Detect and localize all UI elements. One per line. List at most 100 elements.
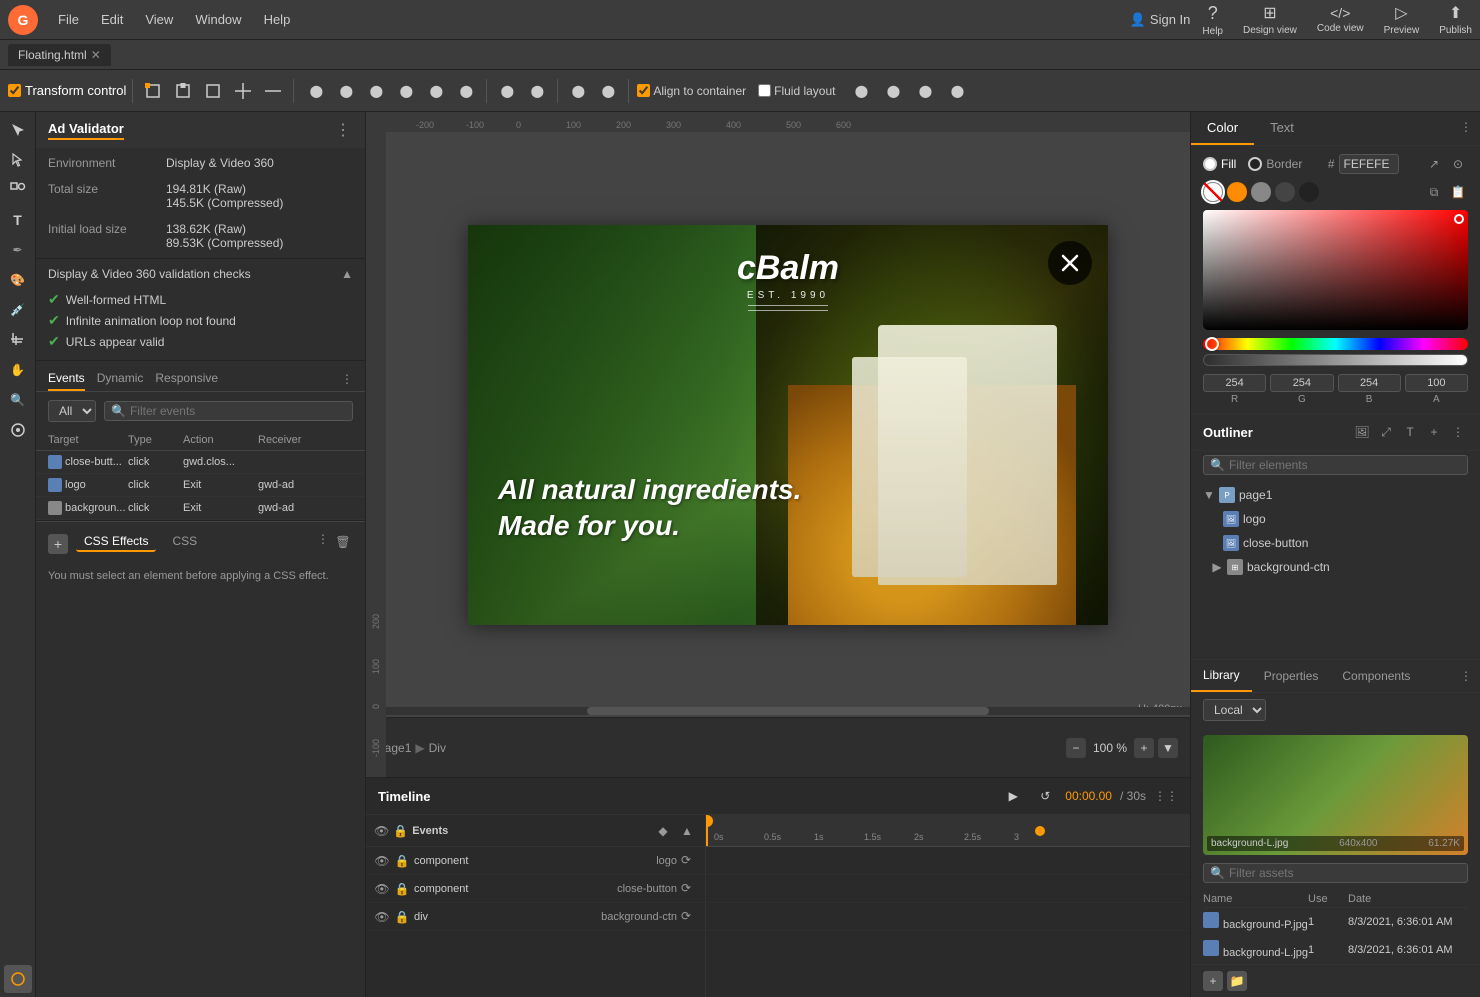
timeline-row-eye-0[interactable]: 👁 [374, 853, 390, 869]
tree-toggle-bg[interactable]: ▶ [1211, 561, 1223, 573]
right-panel-menu-icon[interactable]: ⋮ [1452, 112, 1480, 145]
left-icon-pen[interactable]: ✒ [4, 236, 32, 264]
validation-collapse-icon[interactable]: ▲ [341, 267, 353, 281]
outliner-search-input[interactable] [1229, 458, 1461, 472]
preview-button[interactable]: ▷ Preview [1384, 3, 1420, 36]
tab-floating-html[interactable]: Floating.html ✕ [8, 44, 111, 66]
align-top-btn[interactable]: ⬤ [392, 77, 420, 105]
dist-v-btn[interactable]: ⬤ [523, 77, 551, 105]
design-view-button[interactable]: ⊞ Design view [1243, 3, 1297, 36]
transform-btn-5[interactable] [259, 77, 287, 105]
tree-item-close-button[interactable]: 🖼 close-button [1191, 531, 1480, 555]
toolbar-extra-2[interactable]: ⬤ [880, 77, 908, 105]
outliner-icon-text[interactable]: T [1400, 422, 1420, 442]
hue-slider[interactable] [1203, 338, 1468, 350]
linear-gradient-btn[interactable]: ↗ [1424, 154, 1444, 174]
menu-view[interactable]: View [135, 8, 183, 31]
swatch-dark[interactable] [1299, 182, 1319, 202]
tree-item-page1[interactable]: ▼ P page1 [1191, 483, 1480, 507]
fluid-layout-checkbox[interactable] [758, 84, 771, 97]
radial-gradient-btn[interactable]: ⊙ [1448, 154, 1468, 174]
timeline-diamond-btn[interactable]: ◆ [653, 821, 673, 841]
tree-item-logo[interactable]: 🖼 logo [1191, 507, 1480, 531]
g-input[interactable] [1270, 374, 1333, 392]
tab-css-effects[interactable]: CSS Effects [76, 532, 156, 552]
left-icon-crop[interactable] [4, 326, 32, 354]
outliner-icon-2[interactable]: ⤢ [1376, 422, 1396, 442]
a-input[interactable] [1405, 374, 1468, 392]
align-center-v-btn[interactable]: ⬤ [422, 77, 450, 105]
left-icon-pointer[interactable] [4, 146, 32, 174]
assets-row-0[interactable]: background-P.jpg 1 8/3/2021, 6:36:01 AM [1203, 908, 1468, 936]
validation-header[interactable]: Display & Video 360 validation checks ▲ [48, 267, 353, 281]
tab-responsive[interactable]: Responsive [155, 367, 218, 391]
tab-color[interactable]: Color [1191, 112, 1254, 145]
timeline-menu-icon[interactable]: ⋮⋮ [1154, 789, 1178, 803]
library-menu-icon[interactable]: ⋮ [1452, 661, 1480, 691]
ad-close-button[interactable] [1048, 241, 1092, 285]
menu-edit[interactable]: Edit [91, 8, 133, 31]
toolbar-extra-3[interactable]: ⬤ [912, 77, 940, 105]
fill-tab[interactable]: Fill [1203, 157, 1236, 171]
events-filter-input[interactable] [130, 404, 346, 418]
tree-toggle-page1[interactable]: ▼ [1203, 489, 1215, 501]
canvas-scrollbar-h[interactable] [386, 707, 1190, 715]
toolbar-extra-1[interactable]: ⬤ [848, 77, 876, 105]
library-add-btn[interactable]: + [1203, 971, 1223, 991]
timeline-playhead[interactable] [706, 815, 708, 846]
swatch-gray1[interactable] [1251, 182, 1271, 202]
size-match-w-btn[interactable]: ⬤ [564, 77, 592, 105]
dist-h-btn[interactable]: ⬤ [493, 77, 521, 105]
left-icon-hand[interactable]: ✋ [4, 356, 32, 384]
color-copy-btn[interactable]: ⧉ [1424, 182, 1444, 202]
timeline-row-lock-1[interactable]: 🔒 [394, 881, 410, 897]
menu-file[interactable]: File [48, 8, 89, 31]
hex-input[interactable] [1339, 154, 1399, 174]
library-local-select[interactable]: Local [1203, 699, 1266, 721]
events-filter-select[interactable]: All [48, 400, 96, 422]
publish-button[interactable]: ⬆ Publish [1439, 3, 1472, 36]
left-icon-zoom[interactable]: 🔍 [4, 386, 32, 414]
timeline-play-btn[interactable]: ▶ [1001, 784, 1025, 808]
tab-close-icon[interactable]: ✕ [91, 48, 101, 62]
left-icon-shapes[interactable] [4, 176, 32, 204]
zoom-out-btn[interactable]: − [1066, 738, 1086, 758]
align-to-container-checkbox[interactable] [637, 84, 650, 97]
tab-dynamic[interactable]: Dynamic [97, 367, 144, 391]
timeline-row-eye-2[interactable]: 👁 [374, 909, 390, 925]
b-input[interactable] [1338, 374, 1401, 392]
tab-properties[interactable]: Properties [1252, 661, 1331, 691]
swatch-orange[interactable] [1227, 182, 1247, 202]
ad-validator-menu[interactable]: ⋮ [335, 120, 353, 140]
left-icon-media[interactable] [4, 416, 32, 444]
timeline-loop-btn[interactable]: ↺ [1033, 784, 1057, 808]
left-icon-paint[interactable]: 🎨 [4, 266, 32, 294]
lock-icon[interactable]: 🔒 [393, 824, 408, 838]
help-button[interactable]: ? Help [1202, 3, 1223, 37]
left-icon-select[interactable] [4, 116, 32, 144]
color-picker-gradient[interactable] [1203, 210, 1468, 330]
breadcrumb-div[interactable]: Div [429, 741, 446, 755]
color-paste-btn[interactable]: 📋 [1448, 182, 1468, 202]
transform-btn-3[interactable] [199, 77, 227, 105]
tab-components[interactable]: Components [1330, 661, 1422, 691]
align-left-btn[interactable]: ⬤ [302, 77, 330, 105]
library-folder-btn[interactable]: 📁 [1227, 971, 1247, 991]
left-icon-text[interactable]: T [4, 206, 32, 234]
timeline-row-link-0[interactable]: ⟳ [681, 853, 697, 869]
alpha-slider[interactable] [1203, 354, 1468, 366]
border-tab[interactable]: Border [1248, 157, 1302, 171]
timeline-row-lock-2[interactable]: 🔒 [394, 909, 410, 925]
timeline-row-lock-0[interactable]: 🔒 [394, 853, 410, 869]
css-effects-dots[interactable]: ⋮ [317, 532, 329, 552]
toolbar-extra-4[interactable]: ⬤ [944, 77, 972, 105]
left-icon-validator[interactable] [4, 965, 32, 993]
tree-item-background-ctn[interactable]: ▶ ⊞ background-ctn [1191, 555, 1480, 579]
css-effects-delete-btn[interactable]: 🗑 [333, 532, 353, 552]
r-input[interactable] [1203, 374, 1266, 392]
sign-in-button[interactable]: 👤 Sign In [1120, 8, 1201, 32]
transform-control-checkbox[interactable] [8, 84, 21, 97]
library-search-input[interactable] [1229, 866, 1461, 880]
align-bottom-btn[interactable]: ⬤ [452, 77, 480, 105]
tab-events[interactable]: Events [48, 367, 85, 391]
